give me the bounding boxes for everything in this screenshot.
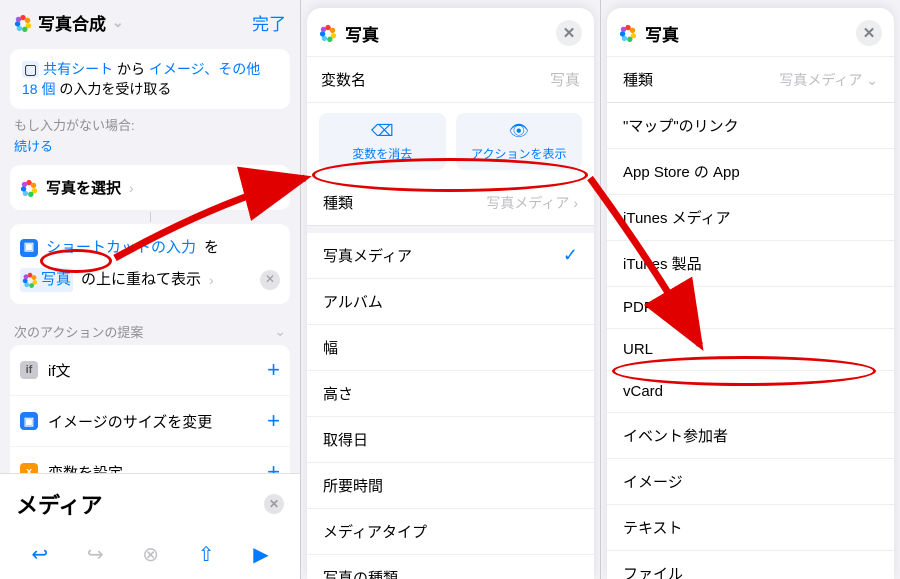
suggestion-item[interactable]: ifif文 + <box>10 345 290 395</box>
type-option[interactable]: 取得日 <box>307 417 594 463</box>
chevron-down-icon: ⌄ <box>112 14 124 31</box>
text: から <box>117 61 145 77</box>
variable-name-placeholder: 写真 <box>550 69 580 90</box>
remove-action-button[interactable]: ✕ <box>260 178 280 198</box>
variable-config-panel: 写真 ✕ 変数名 写真 ⌫ 変数を消去 👁 アクションを表示 種類 写真メディア… <box>300 0 600 579</box>
check-icon: ✓ <box>563 245 578 266</box>
connector <box>150 212 151 222</box>
photos-icon <box>22 272 38 288</box>
select-photo-label: 写真を選択 <box>46 177 121 198</box>
type-option[interactable]: 写真の種類 <box>307 555 594 579</box>
close-button[interactable]: ✕ <box>856 20 882 46</box>
type-option[interactable]: PDF <box>607 287 894 329</box>
select-photo-action[interactable]: 写真を選択 › ✕ <box>10 165 290 210</box>
token-share-sheet[interactable]: 共有シート <box>43 61 113 77</box>
text: の上に重ねて表示 <box>81 268 201 292</box>
suggestion-label: イメージのサイズを変更 <box>48 411 212 432</box>
category-row[interactable]: メディア ✕ <box>0 474 300 534</box>
type-selection-panel: 写真 ✕ 種類 写真メディア ⌄ "マップ"のリンクApp Store の Ap… <box>600 0 900 579</box>
type-option[interactable]: アルバム <box>307 279 594 325</box>
done-button[interactable]: 完了 <box>252 10 286 35</box>
shortcut-title[interactable]: 写真合成 ⌄ <box>14 10 124 35</box>
chevron-icon[interactable]: ⌄ <box>274 323 286 340</box>
continue-option[interactable]: 続ける <box>14 136 53 155</box>
input-action-card[interactable]: ▢ 共有シート から イメージ、その他 18 個 の入力を受け取る <box>10 49 290 109</box>
show-action-button[interactable]: 👁 アクションを表示 <box>456 113 583 170</box>
eye-icon: 👁 <box>509 121 529 141</box>
overlay-action[interactable]: ▣ ショートカットの入力 を 写真 の上に重ねて表示 › ✕ <box>10 224 290 304</box>
remove-action-button[interactable]: ✕ <box>260 270 280 290</box>
delete-icon: ⌫ <box>371 121 394 141</box>
delete-button: ⊗ <box>142 542 159 567</box>
type-option[interactable]: 幅 <box>307 325 594 371</box>
type-option[interactable]: iTunes 製品 <box>607 241 894 287</box>
text: を <box>204 236 219 260</box>
add-icon[interactable]: + <box>267 408 280 434</box>
title-text: 写真合成 <box>38 10 106 35</box>
bottom-sheet: メディア ✕ ↩ ↪ ⊗ ⇧ ▶ <box>0 473 300 579</box>
token-shortcut-input[interactable]: ショートカットの入力 <box>46 236 196 260</box>
type-option[interactable]: URL <box>607 329 894 371</box>
close-sheet-button[interactable]: ✕ <box>264 494 284 514</box>
overlay-icon: ▣ <box>20 239 38 257</box>
toolbar: ↩ ↪ ⊗ ⇧ ▶ <box>0 534 300 579</box>
action-icon: if <box>20 361 38 379</box>
type-option[interactable]: テキスト <box>607 505 894 551</box>
action-icon: ▣ <box>20 412 38 430</box>
type-option[interactable]: "マップ"のリンク <box>607 103 894 149</box>
type-options-list: "マップ"のリンクApp Store の AppiTunes メディアiTune… <box>607 103 894 579</box>
chevron-icon: › <box>209 269 214 291</box>
text: の入力を受け取る <box>59 81 171 97</box>
no-input-section: もし入力がない場合: 続ける <box>14 115 286 155</box>
popup-header: 写真 ✕ <box>307 8 594 57</box>
type-option[interactable]: イメージ <box>607 459 894 505</box>
suggestion-item[interactable]: ▣ イメージのサイズを変更 + <box>10 396 290 446</box>
suggestion-label: if文 <box>48 360 71 381</box>
type-option[interactable]: iTunes メディア <box>607 195 894 241</box>
variable-popup: 写真 ✕ 変数名 写真 ⌫ 変数を消去 👁 アクションを表示 種類 写真メディア… <box>307 8 594 579</box>
type-option[interactable]: イベント参加者 <box>607 413 894 459</box>
chevron-icon: › <box>129 180 134 196</box>
photo-variable-pill[interactable]: 写真 <box>20 268 73 292</box>
photos-icon <box>14 14 32 32</box>
type-popup: 写真 ✕ 種類 写真メディア ⌄ "マップ"のリンクApp Store の Ap… <box>607 8 894 579</box>
type-option[interactable]: vCard <box>607 371 894 413</box>
input-icon: ▢ <box>22 61 39 78</box>
suggestions-header: 次のアクションの提案 ⌄ <box>14 322 286 341</box>
undo-button[interactable]: ↩ <box>31 542 48 567</box>
button-row: ⌫ 変数を消去 👁 アクションを表示 <box>307 103 594 180</box>
type-option[interactable]: 写真メディア✓ <box>307 233 594 279</box>
run-button[interactable]: ▶ <box>253 542 268 567</box>
type-option[interactable]: ファイル <box>607 551 894 579</box>
type-option[interactable]: メディアタイプ <box>307 509 594 555</box>
popup-title: 写真 <box>345 21 379 46</box>
type-options-list: 写真メディア✓アルバム幅高さ取得日所要時間メディアタイプ写真の種類スクリーンショ… <box>307 233 594 579</box>
clear-variable-button[interactable]: ⌫ 変数を消去 <box>319 113 446 170</box>
share-button[interactable]: ⇧ <box>198 542 215 567</box>
variable-name-field[interactable]: 変数名 写真 <box>307 57 594 103</box>
add-icon[interactable]: + <box>267 357 280 383</box>
photos-icon <box>20 179 38 197</box>
close-button[interactable]: ✕ <box>556 20 582 46</box>
kind-selector[interactable]: 種類 写真メディア › <box>307 180 594 226</box>
type-option[interactable]: App Store の App <box>607 149 894 195</box>
type-option[interactable]: 高さ <box>307 371 594 417</box>
kind-selector[interactable]: 種類 写真メディア ⌄ <box>607 57 894 103</box>
redo-button: ↪ <box>87 542 104 567</box>
header: 写真合成 ⌄ 完了 <box>0 0 300 43</box>
photos-icon <box>319 24 337 42</box>
no-input-label: もし入力がない場合: <box>14 115 286 134</box>
type-option[interactable]: 所要時間 <box>307 463 594 509</box>
popup-title: 写真 <box>645 21 679 46</box>
popup-header: 写真 ✕ <box>607 8 894 57</box>
photos-icon <box>619 24 637 42</box>
editor-panel: 写真合成 ⌄ 完了 ▢ 共有シート から イメージ、その他 18 個 の入力を受… <box>0 0 300 579</box>
